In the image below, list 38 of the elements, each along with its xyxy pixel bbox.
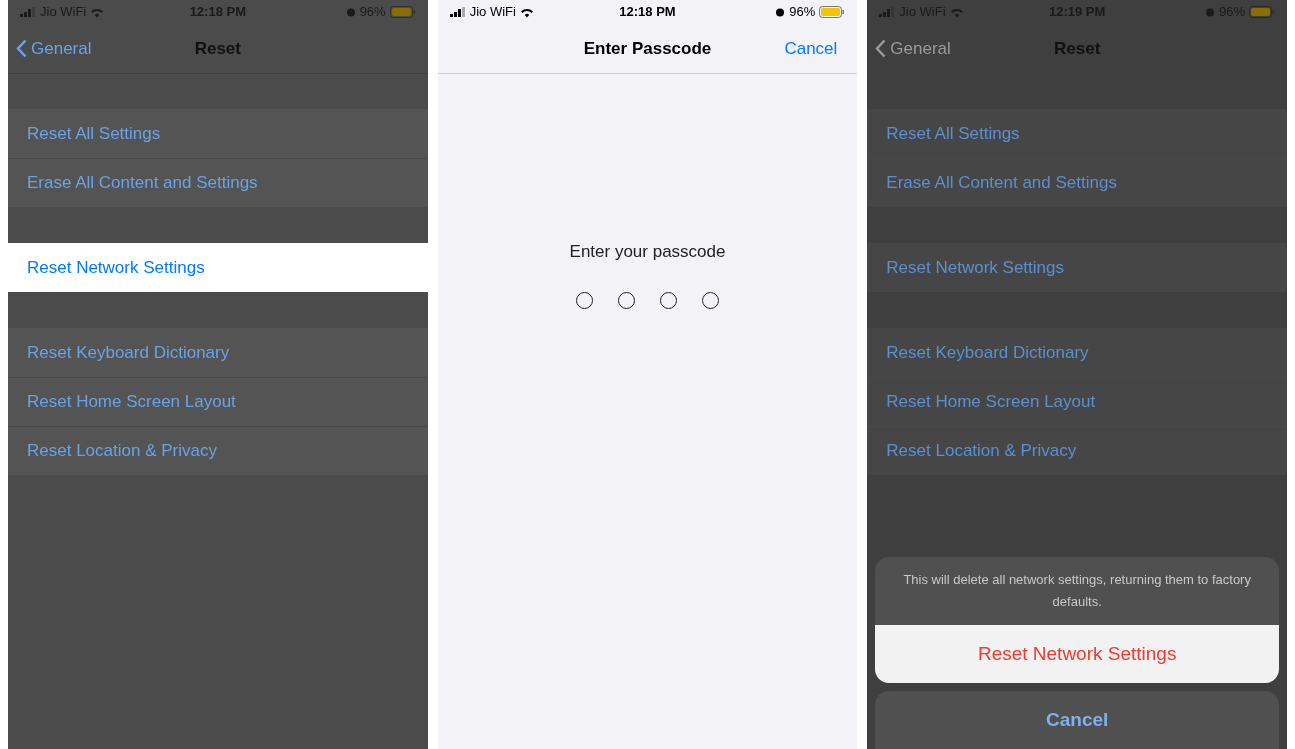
settings-row[interactable]: Reset Location & Privacy	[8, 426, 428, 475]
settings-row[interactable]: Reset All Settings	[8, 109, 428, 158]
status-time: 12:18 PM	[619, 3, 676, 22]
settings-row[interactable]: Reset Location & Privacy	[867, 426, 1287, 475]
action-sheet-message: This will delete all network settings, returning them to factory defaults.	[875, 557, 1279, 625]
settings-row[interactable]: Reset Home Screen Layout	[8, 377, 428, 426]
screen-title: Enter Passcode	[583, 37, 712, 60]
settings-row[interactable]: Reset Home Screen Layout	[867, 377, 1287, 426]
alarm-clock-icon	[1204, 7, 1215, 17]
back-chevron-icon	[16, 39, 27, 58]
carrier-name: Jio WiFi	[469, 3, 516, 22]
battery-percent: 96%	[789, 3, 816, 22]
passcode-prompt: Enter your passcode	[569, 241, 726, 263]
wifi-icon	[519, 6, 534, 18]
back-button[interactable]: General	[875, 35, 951, 62]
cancel-button[interactable]: Cancel	[875, 691, 1279, 749]
screen-title: Reset	[194, 37, 241, 60]
back-button[interactable]: General	[16, 35, 92, 62]
settings-row[interactable]: Reset Network Settings	[867, 243, 1287, 292]
alarm-clock-icon	[345, 7, 356, 17]
back-chevron-icon	[875, 39, 887, 58]
wifi-icon	[90, 6, 105, 18]
battery-icon	[819, 6, 846, 18]
wifi-icon	[949, 6, 964, 18]
battery-icon	[1249, 6, 1275, 18]
signal-icon	[879, 7, 896, 17]
alarm-clock-icon	[775, 7, 786, 17]
settings-row[interactable]: Erase All Content and Settings	[867, 158, 1287, 207]
reset-network-settings-button[interactable]: Reset Network Settings	[875, 625, 1279, 683]
settings-row[interactable]: Reset Keyboard Dictionary	[8, 328, 428, 377]
settings-row[interactable]: Erase All Content and Settings	[8, 158, 428, 207]
cancel-button[interactable]: Cancel	[784, 35, 838, 62]
signal-icon	[20, 7, 36, 17]
settings-row[interactable]: Reset Keyboard Dictionary	[867, 328, 1287, 377]
signal-icon	[449, 7, 466, 17]
settings-row[interactable]: Reset All Settings	[867, 109, 1287, 158]
settings-row[interactable]: Reset Network Settings	[8, 243, 428, 292]
battery-icon	[389, 6, 416, 18]
